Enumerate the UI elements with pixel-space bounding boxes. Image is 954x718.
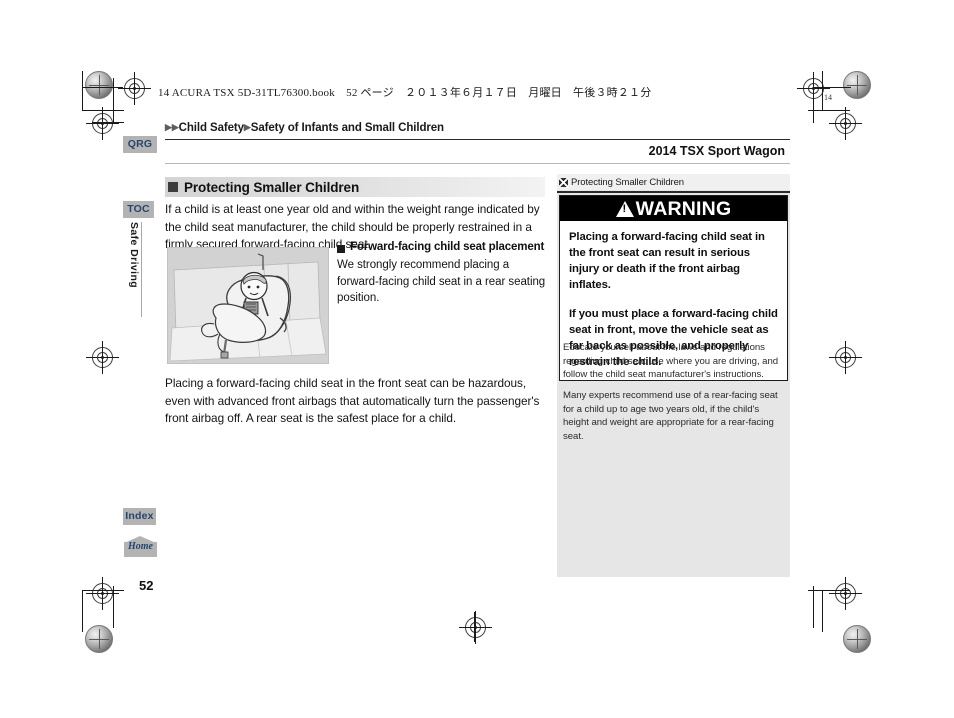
registration-target-left-upper xyxy=(86,107,119,140)
crop-mark-bottom-center xyxy=(474,612,475,642)
registration-circle-top-left xyxy=(85,71,113,99)
page-title: Protecting Smaller Children xyxy=(165,177,545,197)
sidebar-item-home[interactable]: Home xyxy=(124,536,157,557)
registration-target-right-middle xyxy=(829,341,862,374)
side-note-2: Many experts recommend use of a rear-fac… xyxy=(563,390,778,442)
breadcrumb-arrow-icon-2: ▶ xyxy=(171,122,179,132)
subsection-bullet-icon xyxy=(337,245,345,253)
crop-mark-right-outer-bottom xyxy=(822,590,823,632)
crop-mark-top-edge-left xyxy=(83,87,123,88)
model-name: 2014 TSX Sport Wagon xyxy=(648,144,785,158)
section-bullet-icon xyxy=(168,182,178,192)
warning-triangle-icon xyxy=(615,200,634,217)
side-note-1: Educate yourself about the laws and regu… xyxy=(563,342,779,380)
subsection-body: We strongly recommend placing a forward-… xyxy=(337,259,546,304)
sidebar-chapter-label[interactable]: Safe Driving xyxy=(126,222,141,317)
crop-mark-bottom-outer-right xyxy=(808,590,850,591)
warning-banner: WARNING xyxy=(560,196,787,221)
breadcrumb: ▶▶Child Safety▶Safety of Infants and Sma… xyxy=(165,122,444,134)
breadcrumb-level-1[interactable]: Child Safety xyxy=(179,122,244,134)
crop-mark-top-edge-right xyxy=(813,87,851,88)
registration-target-top-left xyxy=(118,72,151,105)
cross-reference-icon xyxy=(559,177,568,187)
subsection-title-text: Forward-facing child seat placement xyxy=(350,241,545,253)
sidebar-chapter-divider xyxy=(141,222,142,317)
home-label: Home xyxy=(128,541,153,552)
side-column: Protecting Smaller Children WARNING Plac… xyxy=(557,174,790,577)
side-column-header-text: Protecting Smaller Children xyxy=(571,176,684,188)
plate-edge-number: 14 xyxy=(824,93,832,102)
crop-mark-right-inner-bottom xyxy=(813,586,814,628)
section-title-text: Protecting Smaller Children xyxy=(184,179,360,195)
crop-mark-bottom-outer-left xyxy=(82,590,124,591)
child-seat-illustration-svg xyxy=(168,248,328,363)
breadcrumb-level-2[interactable]: Safety of Infants and Small Children xyxy=(251,122,444,134)
sidebar-item-qrg[interactable]: QRG xyxy=(123,136,157,153)
breadcrumb-arrow-icon: ▶ xyxy=(165,122,172,132)
side-column-header-divider xyxy=(557,191,790,193)
registration-target-bottom-center xyxy=(459,611,492,644)
crop-mark-left-inner-bottom xyxy=(113,586,114,628)
crop-mark-left-outer-bottom xyxy=(82,590,83,632)
registration-target-right-upper xyxy=(829,107,862,140)
crop-mark-left-outer xyxy=(82,71,83,111)
crop-mark-top-outer-left xyxy=(82,110,124,111)
breadcrumb-arrow-icon-3: ▶ xyxy=(243,122,251,132)
side-column-header: Protecting Smaller Children xyxy=(557,174,790,190)
crop-mark-top-inner-left xyxy=(92,122,124,123)
child-seat-illustration xyxy=(167,247,329,364)
crop-mark-top-outer-right xyxy=(808,110,850,111)
subsection-heading: Forward-facing child seat placement xyxy=(337,241,549,253)
warning-label: WARNING xyxy=(635,197,732,220)
bottom-paragraph: Placing a forward-facing child seat in t… xyxy=(165,376,540,425)
header-divider-top xyxy=(165,139,790,140)
sidebar-item-index[interactable]: Index xyxy=(123,508,156,525)
registration-circle-bottom-left xyxy=(85,625,113,653)
registration-target-left-lower xyxy=(86,577,119,610)
registration-target-right-lower xyxy=(829,577,862,610)
page-number: 52 xyxy=(139,578,154,593)
crop-mark-right-inner xyxy=(813,78,814,123)
crop-mark-right-outer xyxy=(822,71,823,111)
sidebar-item-toc[interactable]: TOC xyxy=(123,201,154,218)
print-file-header: 14 ACURA TSX 5D-31TL76300.book 52 ページ ２０… xyxy=(158,87,652,99)
crop-mark-left-inner xyxy=(113,78,114,123)
warning-paragraph-1: Placing a forward-facing child seat in t… xyxy=(569,231,765,291)
registration-circle-bottom-right xyxy=(843,625,871,653)
registration-target-left-middle xyxy=(86,341,119,374)
registration-circle-top-right xyxy=(843,71,871,99)
header-divider-bottom xyxy=(165,163,790,164)
